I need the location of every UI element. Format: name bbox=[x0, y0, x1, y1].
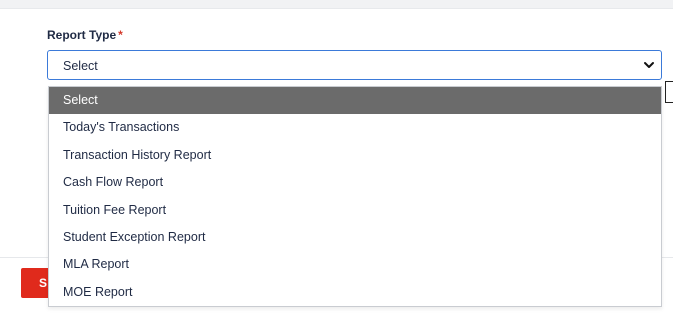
required-marker: * bbox=[118, 28, 123, 42]
report-type-dropdown-list: Select Today's Transactions Transaction … bbox=[48, 86, 662, 307]
dropdown-option-tuition-fee-report[interactable]: Tuition Fee Report bbox=[49, 197, 661, 224]
report-type-label: Report Type * bbox=[47, 28, 123, 42]
report-type-label-text: Report Type bbox=[47, 28, 117, 42]
dropdown-option-mla-report[interactable]: MLA Report bbox=[49, 251, 661, 278]
dropdown-option-todays-transactions[interactable]: Today's Transactions bbox=[49, 114, 661, 141]
dropdown-option-select[interactable]: Select bbox=[49, 87, 661, 115]
submit-button-label: S bbox=[39, 276, 48, 290]
dropdown-option-moe-report[interactable]: MOE Report bbox=[49, 279, 661, 306]
clipped-edge-element bbox=[665, 81, 673, 103]
chevron-down-icon bbox=[644, 62, 654, 68]
report-type-select-value: Select bbox=[63, 59, 98, 73]
report-type-select[interactable]: Select bbox=[47, 50, 662, 80]
dropdown-option-transaction-history-report[interactable]: Transaction History Report bbox=[49, 142, 661, 169]
dropdown-option-student-exception-report[interactable]: Student Exception Report bbox=[49, 224, 661, 251]
dropdown-option-cash-flow-report[interactable]: Cash Flow Report bbox=[49, 169, 661, 196]
